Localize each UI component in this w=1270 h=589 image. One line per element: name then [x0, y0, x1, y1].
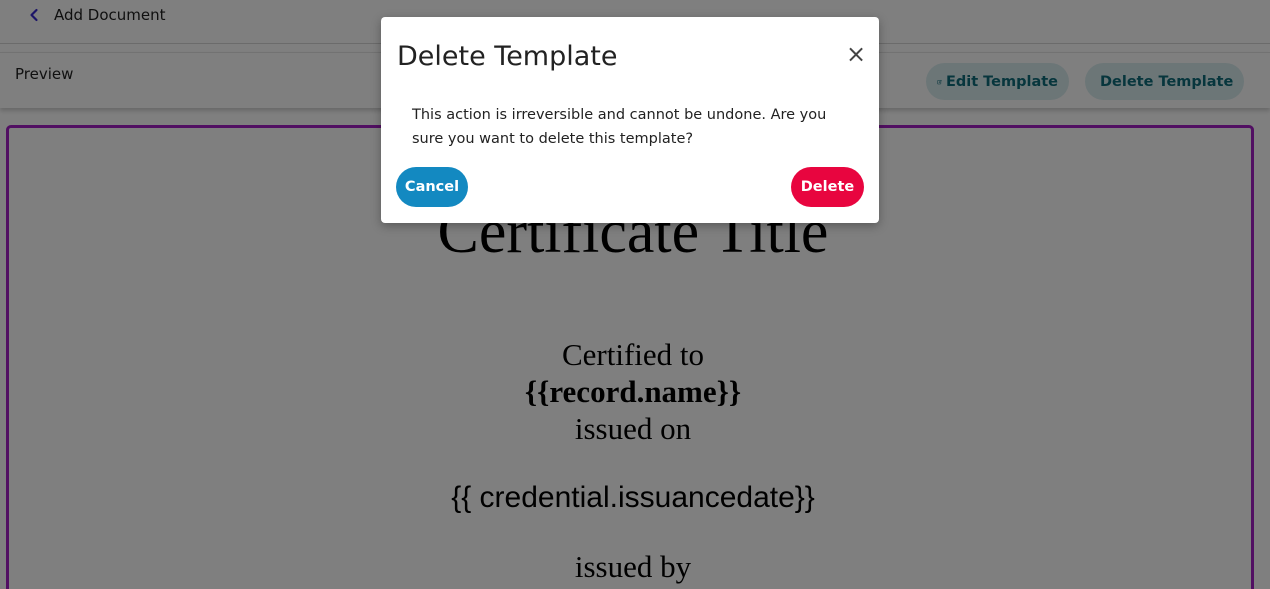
close-icon[interactable]: × [846, 42, 866, 66]
delete-button[interactable]: Delete [791, 167, 864, 207]
delete-template-dialog: Delete Template × This action is irrever… [381, 17, 879, 223]
cancel-button[interactable]: Cancel [396, 167, 468, 207]
dialog-title: Delete Template [397, 41, 618, 72]
dialog-message: This action is irreversible and cannot b… [412, 107, 827, 147]
